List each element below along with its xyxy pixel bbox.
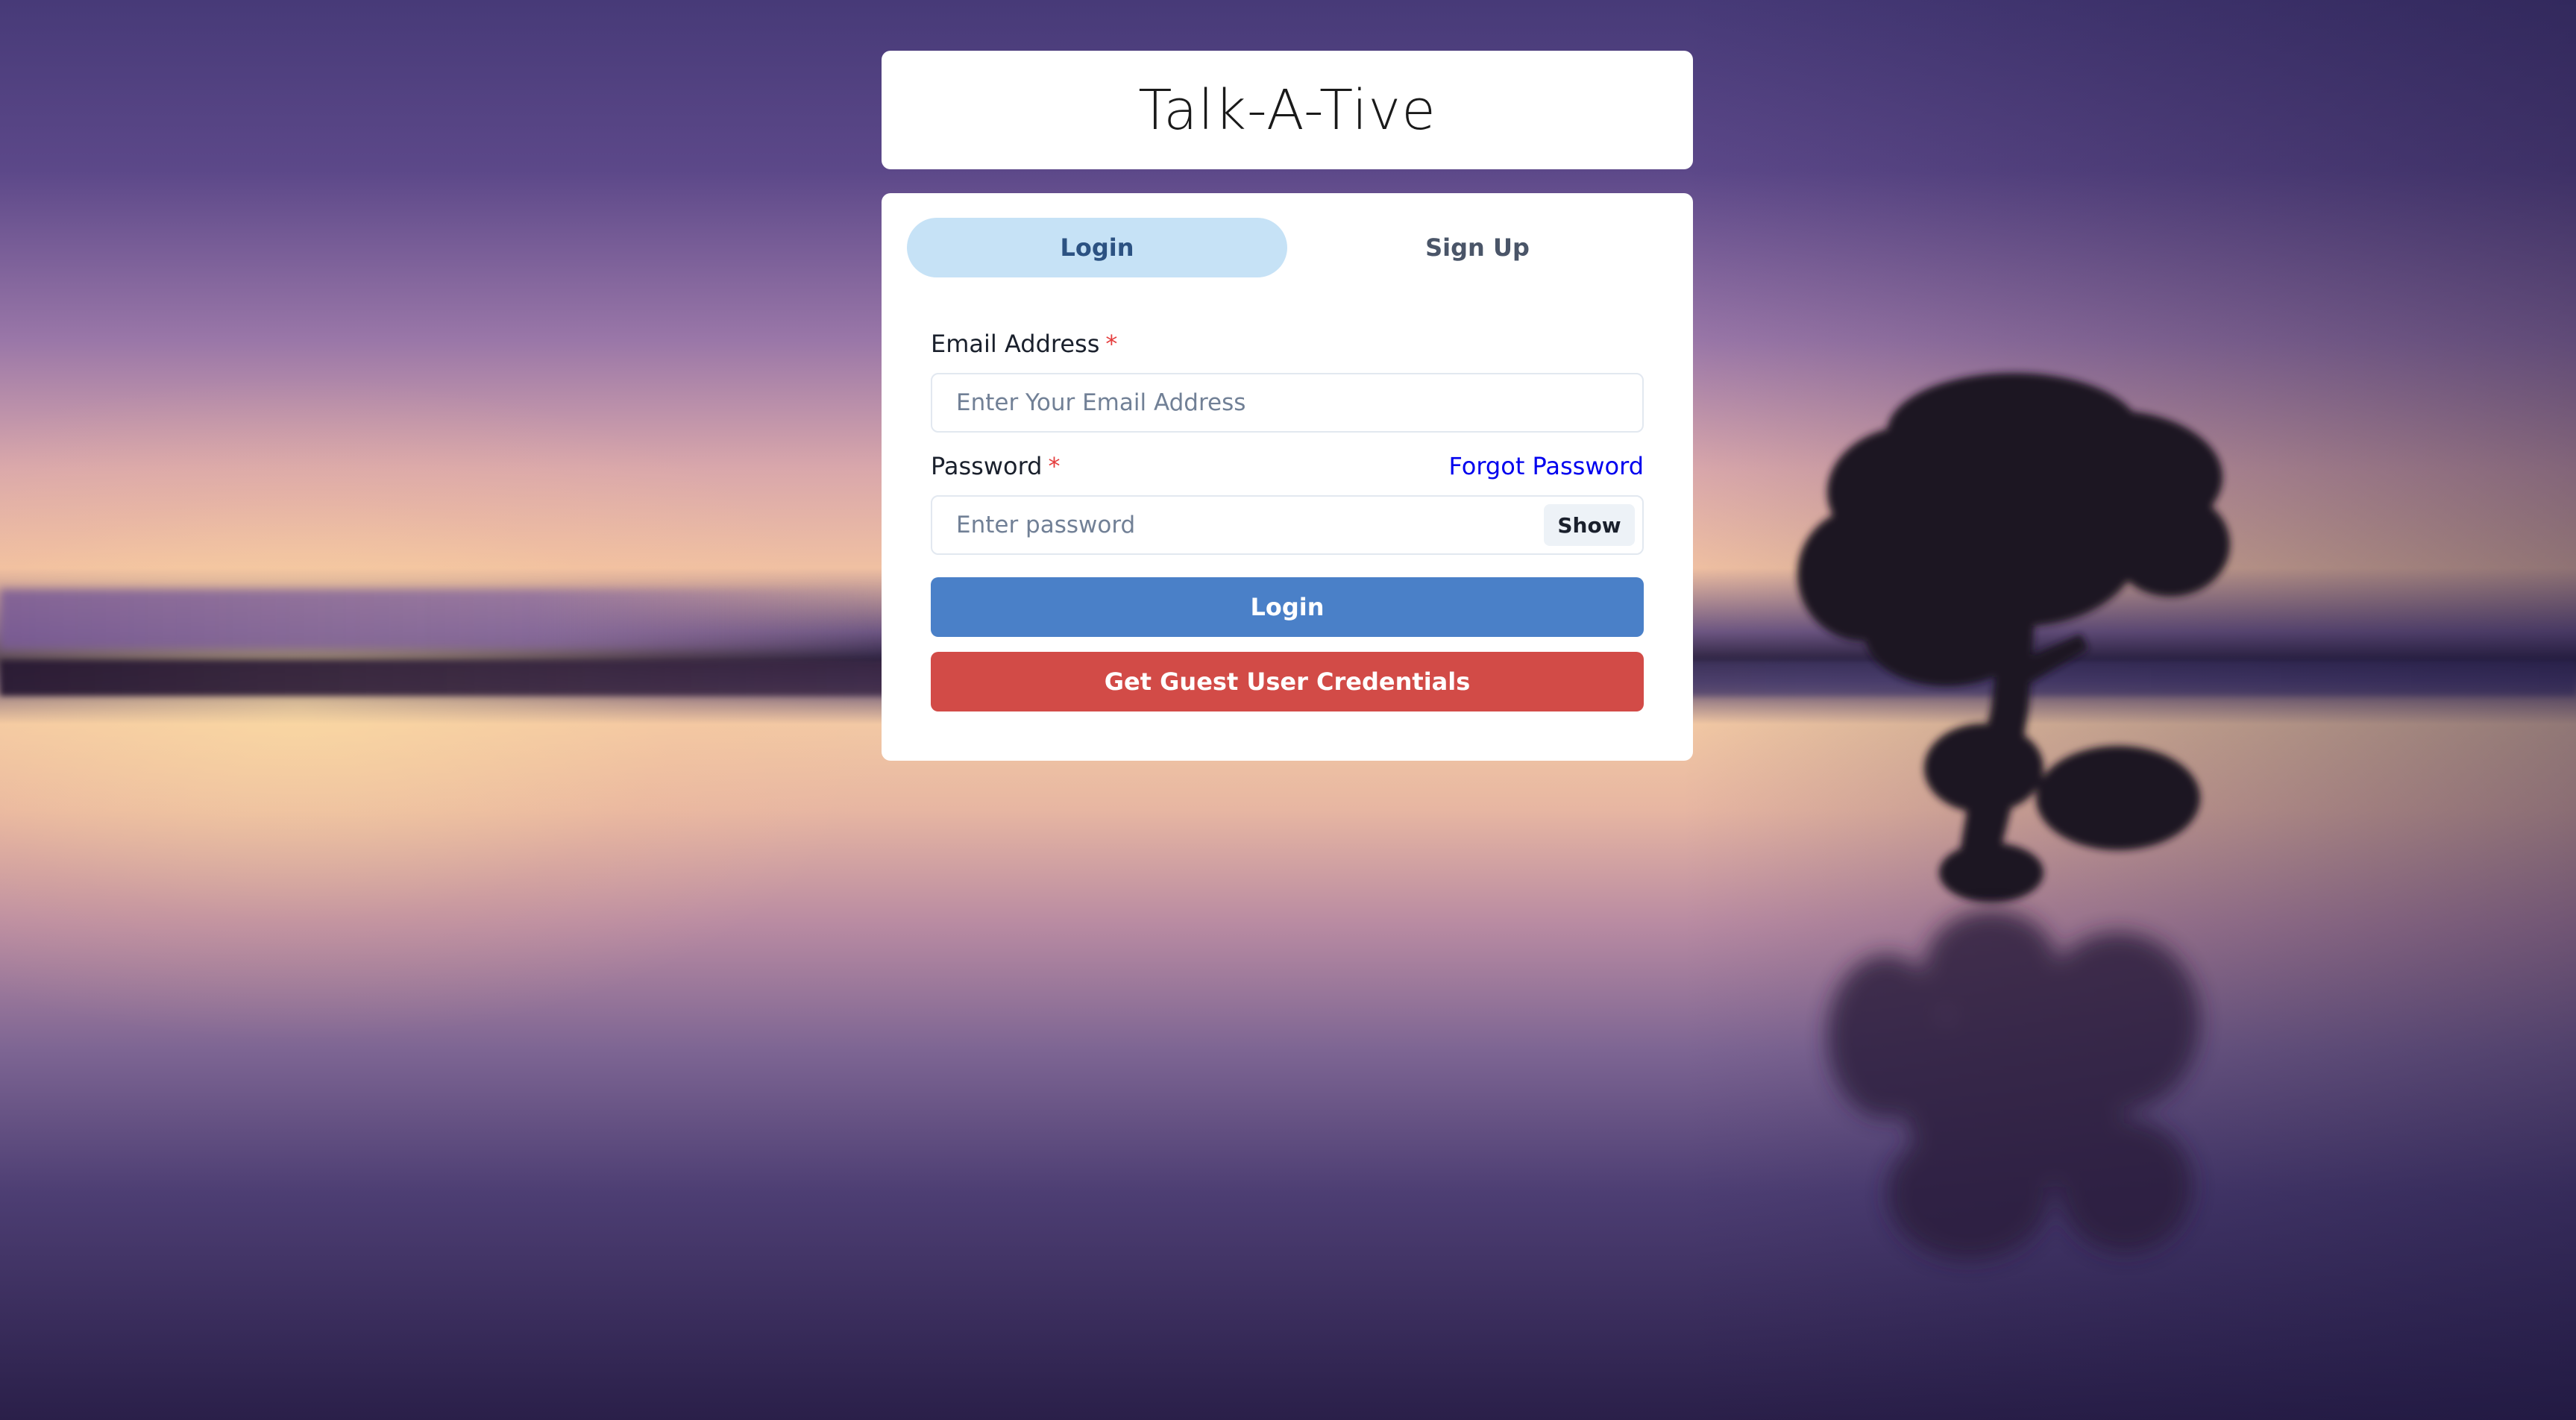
forgot-password-link[interactable]: Forgot Password [1448,452,1644,480]
auth-tabs: Login Sign Up [907,218,1668,277]
email-input[interactable] [932,374,1642,431]
password-label: Password * [931,452,1060,480]
guest-credentials-button[interactable]: Get Guest User Credentials [931,652,1644,711]
password-input[interactable] [932,497,1642,553]
sun-glow [0,373,895,1044]
email-label-row: Email Address * [931,326,1644,362]
tree-silhouette-icon [1797,373,2230,1260]
email-field [931,373,1644,433]
tab-sign-up[interactable]: Sign Up [1287,218,1668,277]
app-title: Talk-A-Tive [1138,78,1436,142]
title-card: Talk-A-Tive [882,51,1693,169]
auth-card: Login Sign Up Email Address* Password* F… [882,193,1693,761]
login-button[interactable]: Login [931,577,1644,637]
password-label-text: Password [931,452,1043,480]
password-label-row: Password * Forgot Password [931,448,1644,484]
cloud-band [0,589,895,649]
email-required-marker: * [1105,330,1118,358]
tab-login[interactable]: Login [907,218,1287,277]
show-password-button[interactable]: Show [1544,504,1635,546]
password-field: Show [931,495,1644,555]
email-label-text: Email Address [931,330,1100,358]
email-label: Email Address * [931,330,1117,358]
password-required-marker: * [1048,452,1061,480]
